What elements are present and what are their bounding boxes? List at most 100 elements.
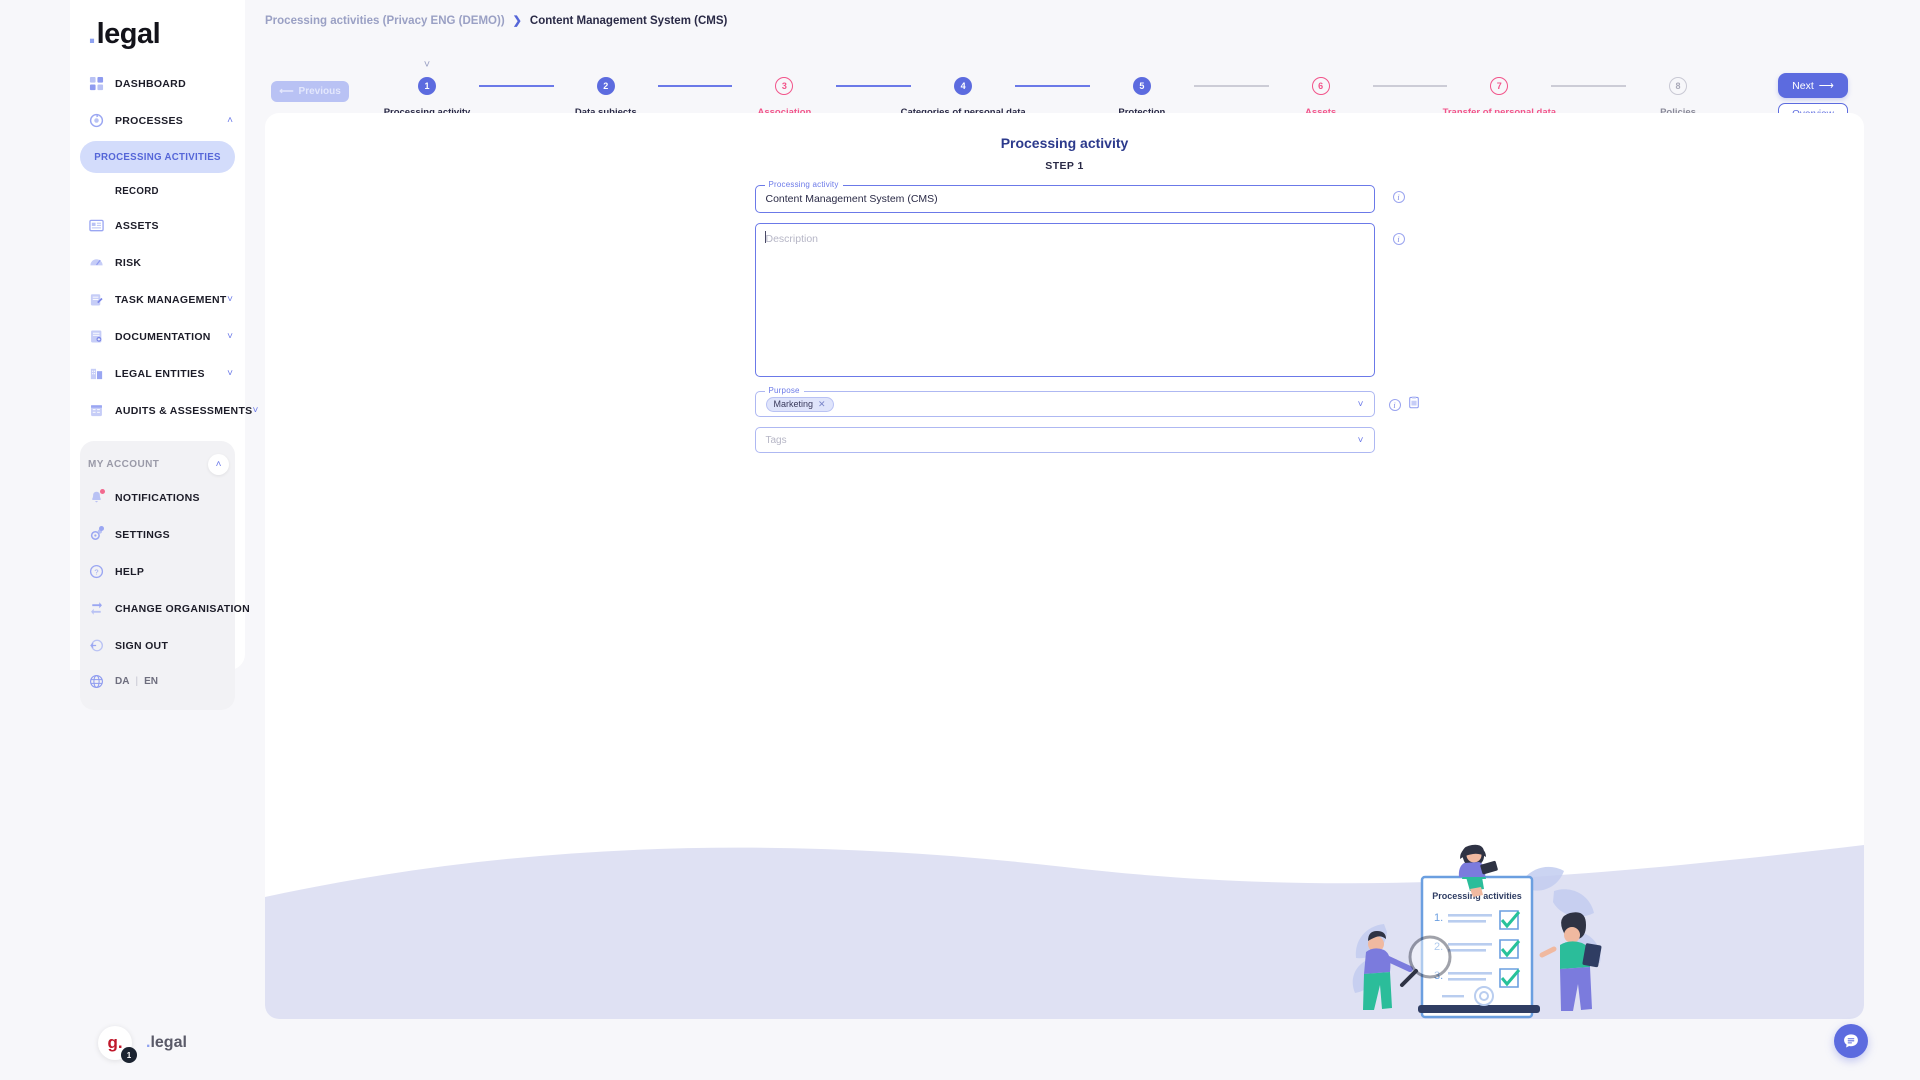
purpose-side-icons: i [1388, 396, 1420, 414]
step-connector [1551, 85, 1627, 87]
sidebar-subitem-label: PROCESSING ACTIVITIES [94, 151, 221, 163]
step-number: 8 [1669, 77, 1688, 95]
my-account-section: MY ACCOUNT ˄ NOTIFICATIONS SETTINGS ? HE… [80, 441, 250, 710]
processes-icon [88, 112, 105, 129]
sidebar-subitem-label: RECORD [115, 185, 159, 197]
step-5[interactable]: 5 Protection [1090, 77, 1194, 118]
sidebar-item-label: RISK [115, 256, 142, 269]
step-8[interactable]: 8 Policies [1626, 77, 1730, 118]
app-logo: . legal [88, 18, 245, 51]
arrow-left-icon: ⟵ [279, 86, 294, 97]
chevron-down-icon[interactable]: ˅ [1358, 435, 1364, 446]
step-indicator-label: STEP 1 [1045, 160, 1084, 172]
sidebar-item-assets[interactable]: ASSETS [70, 207, 245, 244]
chevron-right-icon: ❯ [512, 15, 522, 27]
step-connector [1015, 85, 1090, 87]
sidebar-item-documentation[interactable]: DOCUMENTATION ˅ [70, 318, 245, 355]
close-icon[interactable]: ✕ [818, 399, 826, 410]
legal-entities-icon [88, 365, 105, 382]
sidebar-item-settings[interactable]: SETTINGS [80, 516, 235, 553]
sidebar-item-change-organisation[interactable]: CHANGE ORGANISATION [80, 590, 250, 627]
main-content: Processing activities (Privacy ENG (DEMO… [255, 0, 1920, 1080]
tags-select-wrap[interactable]: Tags ˅ [754, 427, 1375, 453]
chevron-down-icon[interactable]: ˅ [227, 294, 233, 305]
sidebar-item-notifications[interactable]: NOTIFICATIONS [80, 479, 235, 516]
sidebar-item-audits-assessments[interactable]: AUDITS & ASSESSMENTS ˅ [70, 392, 258, 429]
description-textarea-wrap[interactable]: Description [754, 223, 1375, 377]
language-switcher: DA | EN [80, 664, 235, 698]
sidebar-item-processes[interactable]: PROCESSES ˄ [70, 102, 245, 139]
sidebar-item-label: NOTIFICATIONS [115, 491, 200, 504]
sidebar-item-label: DASHBOARD [115, 77, 186, 90]
sidebar-item-processing-activities[interactable]: PROCESSING ACTIVITIES [80, 141, 235, 173]
logo-text: legal [96, 18, 161, 50]
sidebar-item-label: ASSETS [115, 219, 159, 232]
processing-activity-input[interactable]: Content Management System (CMS) [756, 186, 1374, 212]
next-button[interactable]: Next ⟶ [1778, 73, 1848, 98]
processing-activity-field: Processing activity Content Management S… [754, 180, 1405, 213]
stepper: ˅ 1 Processing activity 2 Data subjects … [375, 59, 1730, 118]
tags-select[interactable]: Tags ˅ [756, 428, 1374, 452]
chevron-down-icon[interactable]: ˅ [227, 368, 233, 379]
step-6[interactable]: 6 Assets [1269, 77, 1373, 118]
chevron-down-icon[interactable]: ˅ [227, 331, 233, 342]
sidebar-item-task-management[interactable]: TASK MANAGEMENT ˅ [70, 281, 245, 318]
sidebar-item-risk[interactable]: RISK [70, 244, 245, 281]
my-account-title: MY ACCOUNT [88, 458, 160, 470]
chevron-down-icon[interactable]: ˅ [1358, 399, 1364, 410]
lang-en[interactable]: EN [144, 676, 158, 687]
sidebar-item-record[interactable]: RECORD [70, 175, 245, 207]
step-4[interactable]: 4 Categories of personal data [901, 77, 1026, 118]
step-3[interactable]: 3 Association [732, 77, 836, 118]
footer-illustration: Processing activities 1. 2. 3. [265, 819, 1864, 1019]
app-root: . legal DASHBOARD PROCESSES ˄ PROCESSING … [0, 0, 1920, 1080]
info-icon[interactable]: i [1388, 399, 1401, 411]
step-1[interactable]: ˅ 1 Processing activity [375, 59, 479, 118]
breadcrumb-parent[interactable]: Processing activities (Privacy ENG (DEMO… [265, 15, 505, 27]
chevron-up-icon[interactable]: ˄ [227, 115, 233, 126]
lang-da[interactable]: DA [115, 676, 129, 687]
sidebar-item-label: AUDITS & ASSESSMENTS [115, 404, 253, 417]
step-number: 4 [954, 77, 973, 95]
sidebar-item-label: SIGN OUT [115, 639, 169, 652]
sidebar: . legal DASHBOARD PROCESSES ˄ PROCESSING … [70, 0, 258, 710]
description-field: Description i [754, 223, 1405, 377]
sidebar-item-dashboard[interactable]: DASHBOARD [70, 65, 245, 102]
previous-button[interactable]: ⟵ Previous [271, 81, 349, 102]
sidebar-item-label: LEGAL ENTITIES [115, 367, 205, 380]
chevron-down-icon[interactable]: ˅ [252, 405, 258, 416]
sidebar-item-label: TASK MANAGEMENT [115, 293, 227, 306]
chevron-down-icon[interactable]: ˅ [424, 59, 430, 71]
footer-brand-name: .legal [146, 1034, 187, 1052]
purpose-select[interactable]: Marketing ✕ ˅ [756, 392, 1374, 416]
chat-button[interactable] [1834, 1024, 1868, 1058]
step-number: 6 [1311, 77, 1330, 95]
step-connector [1372, 85, 1448, 87]
sidebar-item-label: SETTINGS [115, 528, 170, 541]
purpose-select-wrap[interactable]: Purpose Marketing ✕ ˅ [754, 386, 1375, 417]
lang-separator: | [135, 675, 139, 687]
avatar-initial: g. [107, 1033, 123, 1052]
previous-label: Previous [298, 86, 341, 97]
processing-activity-input-wrap[interactable]: Processing activity Content Management S… [754, 180, 1375, 213]
purpose-field: Purpose Marketing ✕ ˅ i [754, 386, 1419, 417]
step-number: 7 [1490, 77, 1509, 95]
notification-badge-dot [100, 489, 105, 494]
activity-form: Processing activity Content Management S… [754, 180, 1419, 463]
sidebar-item-help[interactable]: ? HELP [80, 553, 235, 590]
info-icon[interactable]: i [1392, 233, 1405, 245]
clipboard-icon[interactable] [1408, 396, 1420, 414]
sidebar-item-sign-out[interactable]: SIGN OUT [80, 627, 235, 664]
info-icon[interactable]: i [1392, 191, 1405, 203]
tags-placeholder: Tags [765, 434, 787, 446]
breadcrumb: Processing activities (Privacy ENG (DEMO… [255, 0, 1920, 28]
description-textarea[interactable]: Description [756, 224, 1374, 376]
avatar[interactable]: g. 1 [98, 1026, 137, 1063]
sidebar-item-legal-entities[interactable]: LEGAL ENTITIES ˅ [70, 355, 245, 392]
step-connector [836, 85, 912, 87]
next-label: Next [1792, 79, 1814, 92]
step-2[interactable]: 2 Data subjects [554, 77, 658, 118]
step-7[interactable]: 7 Transfer of personal data [1443, 77, 1556, 118]
description-side-icons: i [1392, 233, 1405, 245]
collapse-chevron-icon[interactable]: ˄ [208, 453, 229, 475]
